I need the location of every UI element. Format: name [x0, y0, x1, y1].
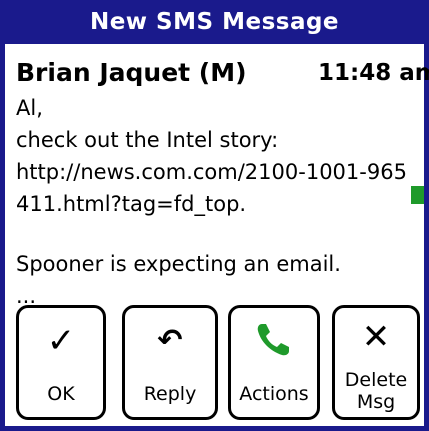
- message-line: Spooner is expecting an email.: [16, 252, 341, 276]
- dialog-title: New SMS Message: [0, 0, 429, 44]
- message-line-blank: [16, 220, 424, 248]
- delete-button-label-line1: Delete: [344, 369, 408, 391]
- sender-name: Brian Jaquet (M): [16, 58, 247, 87]
- delete-button-label: Delete Msg: [335, 369, 417, 413]
- actions-button-label: Actions: [239, 383, 309, 405]
- checkmark-icon: ✓: [46, 321, 76, 361]
- delete-button-label-line2: Msg: [356, 391, 396, 413]
- ok-button-label: OK: [47, 383, 75, 405]
- message-link[interactable]: http://news.com.com/2100-1001-965: [16, 156, 424, 188]
- message-line: check out the Intel story:: [16, 128, 279, 152]
- message-header: Brian Jaquet (M) 11:48 am: [16, 56, 429, 90]
- reply-button-label: Reply: [143, 383, 197, 405]
- message-line: Al,: [16, 96, 43, 120]
- delete-message-button[interactable]: ✕ Delete Msg: [332, 305, 420, 420]
- reply-arrow-icon: ↶: [157, 323, 183, 358]
- reply-button[interactable]: ↶ Reply: [122, 305, 218, 420]
- scroll-indicator[interactable]: [411, 186, 424, 204]
- ok-button[interactable]: ✓ OK: [16, 305, 106, 420]
- message-body: Al, check out the Intel story: http://ne…: [16, 92, 424, 312]
- x-icon: ✕: [361, 317, 391, 357]
- actions-button[interactable]: Actions: [228, 305, 320, 420]
- phone-icon: [257, 324, 289, 356]
- message-link-continued[interactable]: 411.html?tag=fd_top.: [16, 188, 424, 220]
- message-time: 11:48 am: [318, 60, 429, 86]
